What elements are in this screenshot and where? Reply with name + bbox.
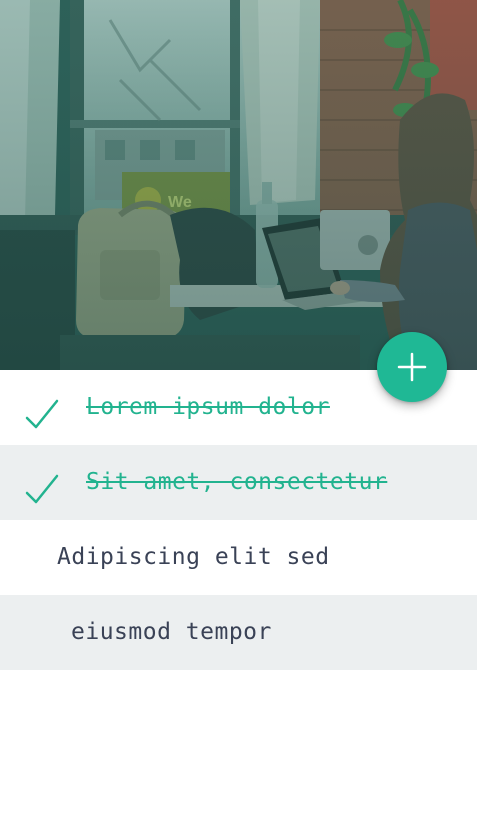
task-list: Lorem ipsum dolor Sit amet, consectetur … — [0, 370, 477, 670]
task-label: Adipiscing elit sed — [57, 544, 330, 570]
hero-illustration: We — [0, 0, 477, 370]
todo-app: We — [0, 0, 477, 823]
add-task-button[interactable] — [377, 332, 447, 402]
task-row[interactable]: Sit amet, consectetur — [0, 445, 477, 520]
task-label: Lorem ipsum dolor — [86, 394, 330, 420]
check-icon[interactable] — [24, 473, 60, 509]
task-row[interactable]: Adipiscing elit sed — [0, 520, 477, 595]
task-row[interactable]: eiusmod tempor — [0, 595, 477, 670]
plus-icon — [397, 352, 427, 382]
check-icon[interactable] — [24, 398, 60, 434]
task-label: eiusmod tempor — [71, 619, 272, 645]
hero-image: We — [0, 0, 477, 370]
task-label: Sit amet, consectetur — [86, 469, 388, 495]
